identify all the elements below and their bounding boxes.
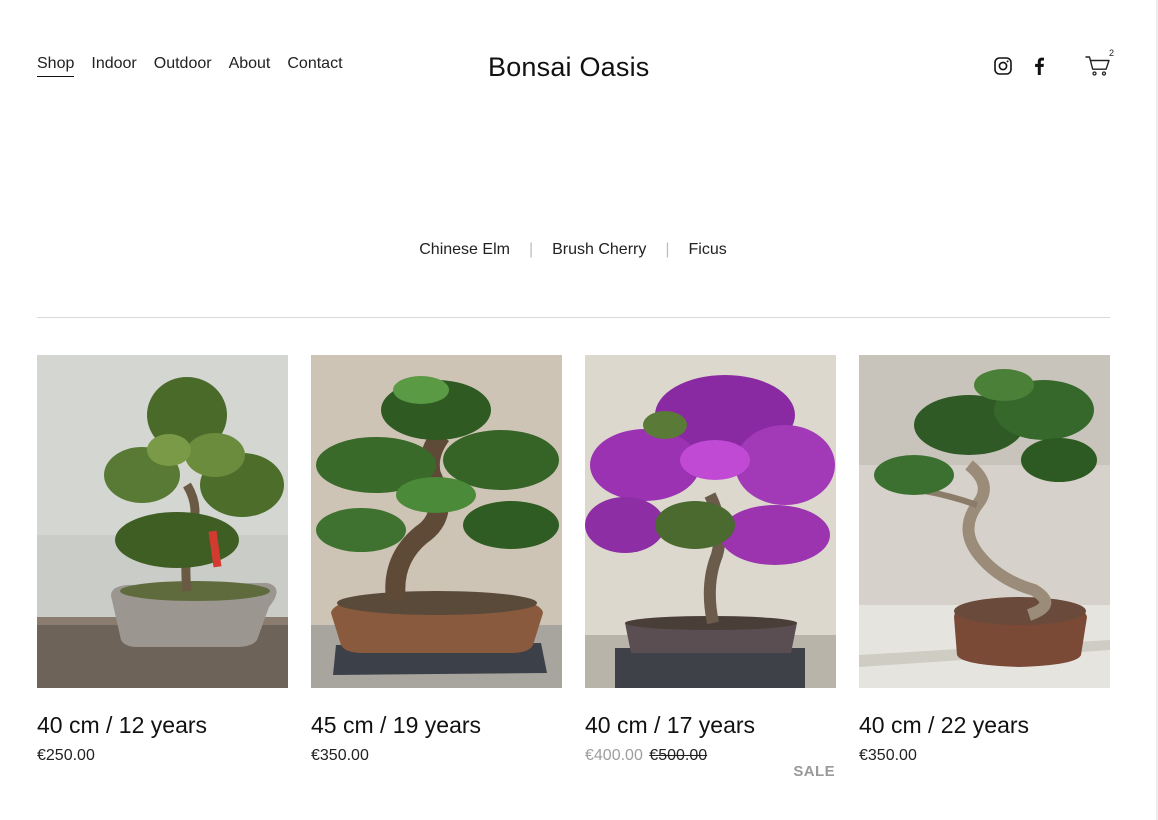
brand-logo[interactable]: Bonsai Oasis — [488, 50, 649, 84]
filter-ficus[interactable]: Ficus — [689, 240, 727, 260]
product-title: 40 cm / 12 years — [37, 712, 208, 738]
cart-icon[interactable] — [1084, 52, 1112, 80]
product-card[interactable]: 40 cm / 12 years €250.00 — [37, 355, 288, 795]
main-nav: Shop Indoor Outdoor About Contact — [37, 54, 360, 77]
product-price: €250.00 — [37, 747, 95, 764]
product-title: 45 cm / 19 years — [311, 712, 482, 738]
nav-shop[interactable]: Shop — [37, 54, 75, 77]
product-card[interactable]: 40 cm / 22 years €350.00 — [859, 355, 1110, 795]
cart-count-badge: 2 — [1109, 48, 1115, 58]
sale-price: €400.00 — [585, 747, 643, 764]
product-price: €350.00 — [311, 747, 369, 764]
product-title: 40 cm / 22 years — [859, 712, 1030, 738]
category-filters: Chinese Elm | Brush Cherry | Ficus — [0, 240, 1158, 260]
nav-contact[interactable]: Contact — [287, 54, 342, 77]
original-price: €500.00 — [649, 747, 708, 764]
section-divider — [37, 317, 1110, 318]
filter-divider: | — [528, 241, 534, 258]
product-title: 40 cm / 17 years — [585, 712, 756, 738]
sale-badge: SALE — [793, 763, 835, 780]
nav-indoor[interactable]: Indoor — [91, 54, 136, 77]
product-image[interactable] — [859, 355, 1110, 688]
product-card[interactable]: 40 cm / 17 years €400.00 €500.00 SALE — [585, 355, 836, 795]
facebook-icon[interactable] — [1027, 54, 1051, 78]
product-card[interactable]: 45 cm / 19 years €350.00 — [311, 355, 562, 795]
nav-about[interactable]: About — [229, 54, 271, 77]
filter-chinese-elm[interactable]: Chinese Elm — [419, 240, 510, 260]
product-image[interactable] — [311, 355, 562, 688]
product-image[interactable] — [37, 355, 288, 688]
filter-brush-cherry[interactable]: Brush Cherry — [552, 240, 646, 260]
product-image[interactable] — [585, 355, 836, 688]
instagram-icon[interactable] — [991, 54, 1015, 78]
product-price: €350.00 — [859, 747, 917, 764]
filter-divider: | — [665, 241, 670, 258]
page: Shop Indoor Outdoor About Contact Bonsai… — [0, 0, 1158, 820]
nav-outdoor[interactable]: Outdoor — [154, 54, 212, 77]
